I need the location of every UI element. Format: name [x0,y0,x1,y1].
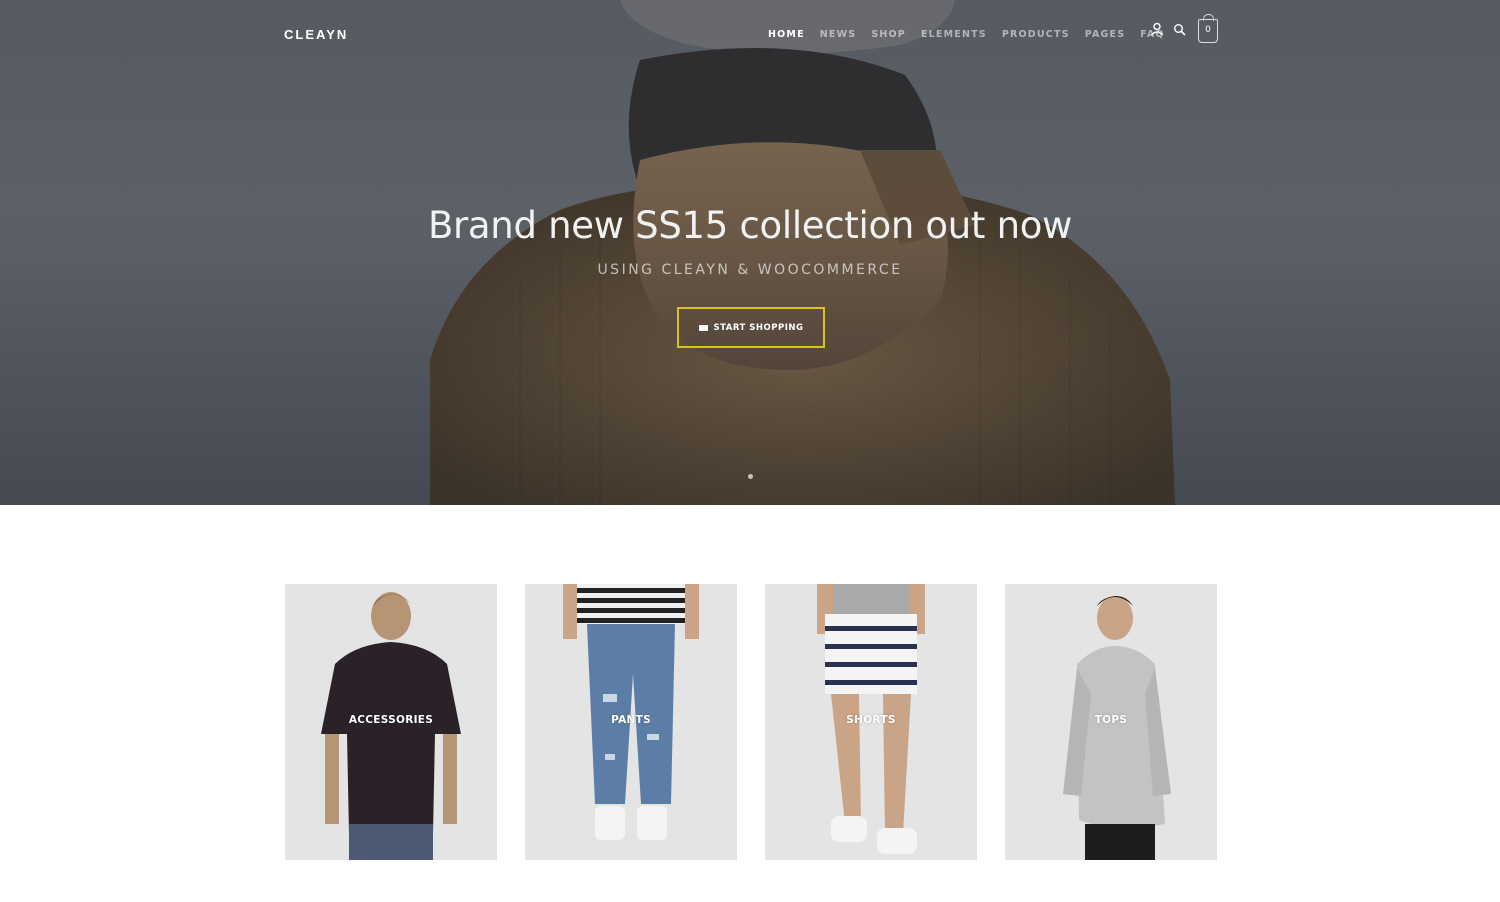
start-shopping-button[interactable]: START SHOPPING [677,307,825,348]
cart-icon[interactable]: 0 [1198,14,1218,43]
nav-item-pages[interactable]: PAGES [1085,29,1126,40]
logo[interactable]: CLEAYN [284,27,348,42]
slider-dot[interactable] [748,474,753,479]
category-label: PANTS [611,714,651,726]
hero-banner [0,0,1500,505]
category-tops[interactable]: TOPS [1005,584,1217,860]
category-label: TOPS [1094,714,1128,726]
user-icon[interactable] [1150,22,1164,41]
nav-icon-group [1150,22,1186,41]
category-label: ACCESSORIES [348,714,434,726]
category-label: SHORTS [846,714,896,726]
main-nav: HOME NEWS SHOP ELEMENTS PRODUCTS PAGES F… [768,29,1180,40]
hero-overlay [0,0,1500,505]
nav-item-news[interactable]: NEWS [820,29,857,40]
category-pants[interactable]: PANTS [525,584,737,860]
nav-item-products[interactable]: PRODUCTS [1002,29,1070,40]
search-icon[interactable] [1173,23,1186,41]
nav-item-elements[interactable]: ELEMENTS [921,29,987,40]
nav-item-home[interactable]: HOME [768,29,805,40]
start-shopping-label: START SHOPPING [713,322,804,333]
card-icon [698,324,708,331]
nav-item-shop[interactable]: SHOP [871,29,906,40]
hero-title: Brand new SS15 collection out now [427,204,1073,247]
category-accessories[interactable]: ACCESSORIES [285,584,497,860]
category-shorts[interactable]: SHORTS [765,584,977,860]
hero-subtitle: USING CLEAYN & WOOCOMMERCE [597,262,903,278]
